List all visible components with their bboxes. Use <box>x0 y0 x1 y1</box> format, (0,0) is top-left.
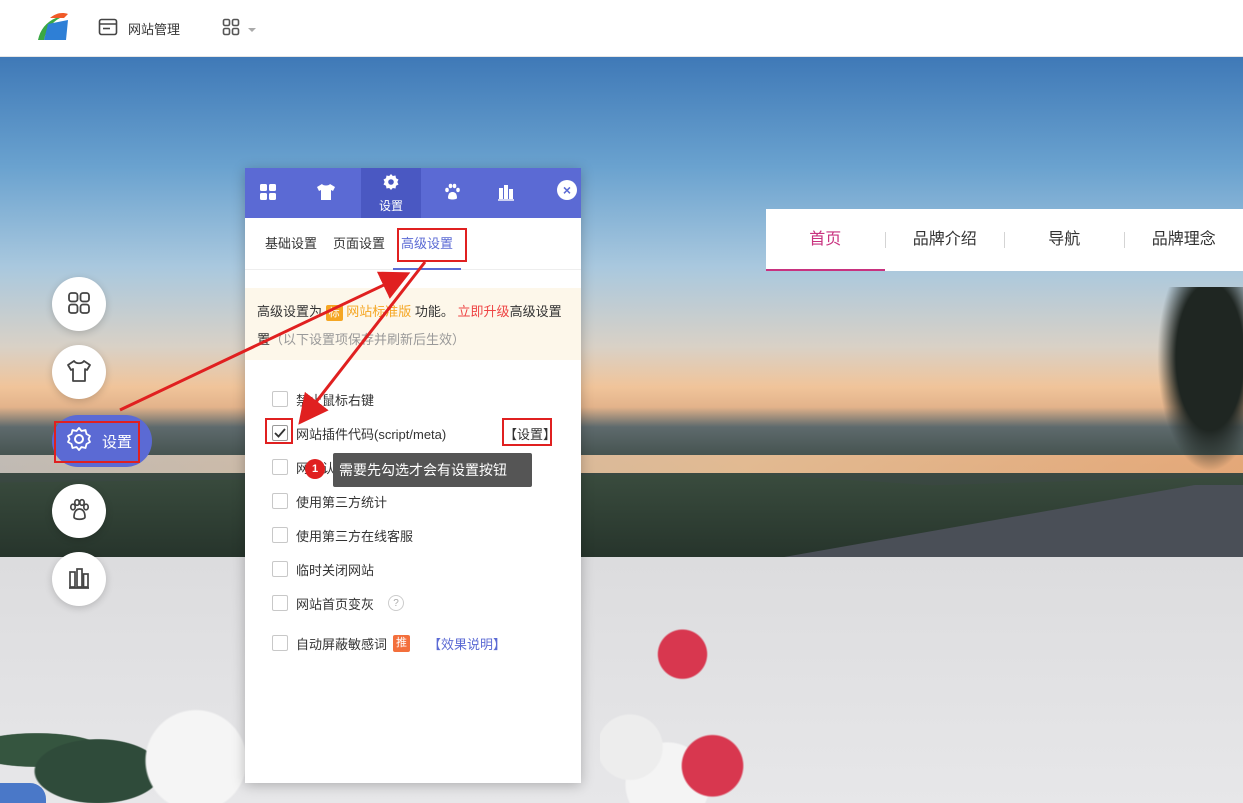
recommend-badge: 推 <box>393 634 411 652</box>
tool-library-button[interactable] <box>52 552 106 606</box>
site-management-menu[interactable]: 网站管理 <box>98 17 180 39</box>
tree-silhouette <box>1150 287 1243 487</box>
option-label: 禁止鼠标右键 <box>296 392 375 408</box>
panel-tab-library[interactable] <box>483 168 529 218</box>
subtab-advanced-settings[interactable]: 高级设置 <box>393 218 462 270</box>
plugin-settings-link[interactable]: 【设置】 <box>504 424 556 443</box>
shirt-icon <box>316 183 336 204</box>
site-navigation: 首页 品牌介绍 导航 品牌理念 <box>766 209 1243 271</box>
option-third-party-stats: 使用第三方统计 <box>272 484 581 518</box>
tool-settings-label: 设置 <box>102 433 133 451</box>
nav-item-brand-philosophy[interactable]: 品牌理念 <box>1125 209 1243 271</box>
option-label: 使用第三方统计 <box>296 494 388 510</box>
notice-version: 网站标准版 <box>346 304 412 319</box>
brand-logo-icon[interactable] <box>34 10 70 46</box>
flowers-right <box>600 617 750 803</box>
checkbox[interactable] <box>272 527 288 543</box>
site-management-label: 网站管理 <box>128 21 181 37</box>
window-icon <box>98 18 118 39</box>
subtab-page-settings[interactable]: 页面设置 <box>325 218 393 270</box>
grid-icon <box>67 291 91 318</box>
hero-banner-image <box>0 57 1243 557</box>
notice-note: （以下设置项保存并刷新后生效） <box>270 332 466 347</box>
check-icon <box>274 428 286 438</box>
close-icon[interactable]: × <box>557 180 577 200</box>
paw-icon <box>443 183 461 204</box>
option-label: 自动屏蔽敏感词 <box>296 636 388 652</box>
option-label: 网站插件代码(script/meta) <box>296 426 447 442</box>
panel-tab-bar: 设置 × <box>245 168 581 218</box>
option-label: 网站首页变灰 <box>296 596 375 612</box>
panel-tab-theme[interactable] <box>291 168 361 218</box>
grid-icon <box>259 183 277 204</box>
subtab-basic-settings[interactable]: 基础设置 <box>257 218 325 270</box>
standard-badge: 标 <box>325 305 343 321</box>
top-bar: 网站管理 <box>0 0 1243 57</box>
notice-mid: 功能。 <box>414 304 454 319</box>
gear-icon <box>382 173 400 194</box>
advanced-options-list: 禁止鼠标右键 网站插件代码(script/meta) 【设置】 网站认证 使用第… <box>245 360 581 660</box>
option-block-sensitive-words: 自动屏蔽敏感词 推 【效果说明】 <box>272 626 581 660</box>
checkbox[interactable] <box>272 595 288 611</box>
panel-tab-settings-label: 设置 <box>378 198 403 213</box>
grid-icon <box>222 18 240 39</box>
chevron-down-icon <box>248 21 256 36</box>
checkbox[interactable] <box>272 635 288 651</box>
checkbox[interactable] <box>272 493 288 509</box>
apps-menu-button[interactable] <box>222 17 256 39</box>
nav-item-brand-intro[interactable]: 品牌介绍 <box>886 209 1005 271</box>
corner-badge-icon[interactable] <box>0 783 46 803</box>
option-label: 使用第三方在线客服 <box>296 528 414 544</box>
step-badge: 1 <box>305 459 325 479</box>
hint-tooltip: 需要先勾选才会有设置按钮 <box>333 453 532 487</box>
effect-explanation-link[interactable]: 【效果说明】 <box>428 634 506 653</box>
notice-suffix: 高级设置 <box>509 304 562 319</box>
paw-icon <box>67 498 91 525</box>
notice-prefix: 高级设置为 <box>257 304 323 319</box>
option-plugin-code: 网站插件代码(script/meta) 【设置】 <box>272 416 581 450</box>
panel-tab-settings[interactable]: 设置 <box>361 168 421 218</box>
upgrade-notice: 高级设置为 标 网站标准版 功能。 立即升级高级设置置（以下设置项保存并刷新后生… <box>245 288 581 360</box>
shirt-icon <box>66 359 92 386</box>
option-grayscale-home: 网站首页变灰 ? <box>272 586 581 620</box>
settings-subtabs: 基础设置 页面设置 高级设置 <box>245 218 581 270</box>
horizon-glow <box>0 455 1243 473</box>
checkbox[interactable] <box>272 459 288 475</box>
checkbox-checked[interactable] <box>272 425 288 441</box>
panel-tab-baidu[interactable] <box>421 168 483 218</box>
checkbox[interactable] <box>272 391 288 407</box>
tool-baidu-button[interactable] <box>52 484 106 538</box>
option-third-party-chat: 使用第三方在线客服 <box>272 518 581 552</box>
books-icon <box>67 566 91 593</box>
option-label: 临时关闭网站 <box>296 562 375 578</box>
tool-theme-button[interactable] <box>52 345 106 399</box>
nav-item-navigation[interactable]: 导航 <box>1005 209 1124 271</box>
flower-background-image <box>0 557 1243 803</box>
panel-tab-layout[interactable] <box>245 168 291 218</box>
tool-settings-button[interactable]: 设置 <box>52 415 152 467</box>
option-close-site: 临时关闭网站 <box>272 552 581 586</box>
option-disable-right-click: 禁止鼠标右键 <box>272 382 581 416</box>
help-icon[interactable]: ? <box>388 595 405 611</box>
tool-layout-button[interactable] <box>52 277 106 331</box>
checkbox[interactable] <box>272 561 288 577</box>
books-icon <box>497 183 515 204</box>
nav-item-home[interactable]: 首页 <box>766 209 885 271</box>
upgrade-link[interactable]: 立即升级 <box>458 304 510 319</box>
gear-icon <box>66 426 92 456</box>
